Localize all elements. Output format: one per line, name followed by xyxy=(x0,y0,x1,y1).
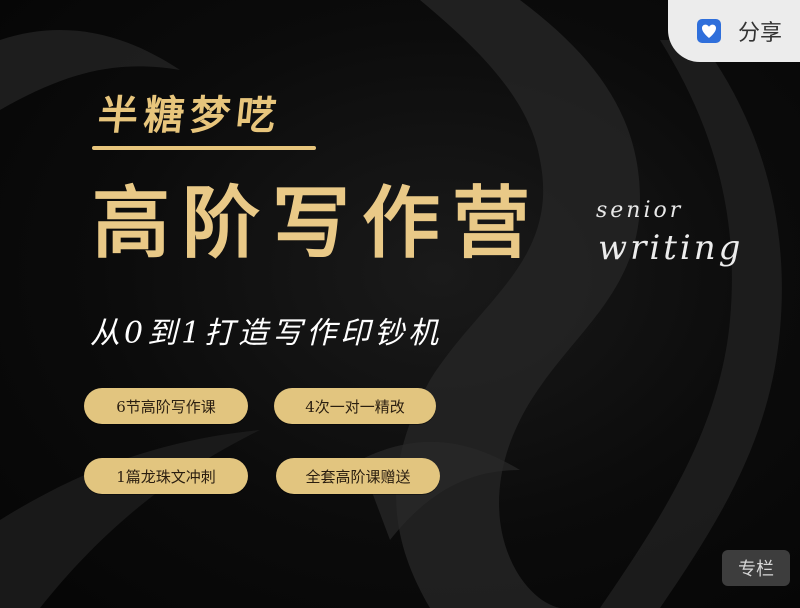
share-label: 分享 xyxy=(738,21,783,46)
feature-pill: 6节高阶写作课 xyxy=(84,388,248,424)
feature-pill: 1篇龙珠文冲刺 xyxy=(84,458,248,494)
course-subtitle: 从0到1打造写作印钞机 xyxy=(90,316,443,351)
feature-pill: 4次一对一精改 xyxy=(274,388,436,424)
share-button[interactable]: 分享 xyxy=(668,0,800,62)
column-badge: 专栏 xyxy=(722,550,790,586)
course-title: 高阶写作营 xyxy=(92,178,543,269)
brand-name: 半糖梦呓 xyxy=(95,92,285,139)
english-tagline-writing: writing xyxy=(598,228,744,268)
english-tagline-senior: senior xyxy=(596,198,684,223)
banner-image: 半糖梦呓 高阶写作营 senior writing 从0到1打造写作印钞机 6节… xyxy=(0,0,800,608)
feature-pill: 全套高阶课赠送 xyxy=(276,458,440,494)
brand-underline xyxy=(92,146,316,150)
share-heart-icon xyxy=(694,16,724,46)
